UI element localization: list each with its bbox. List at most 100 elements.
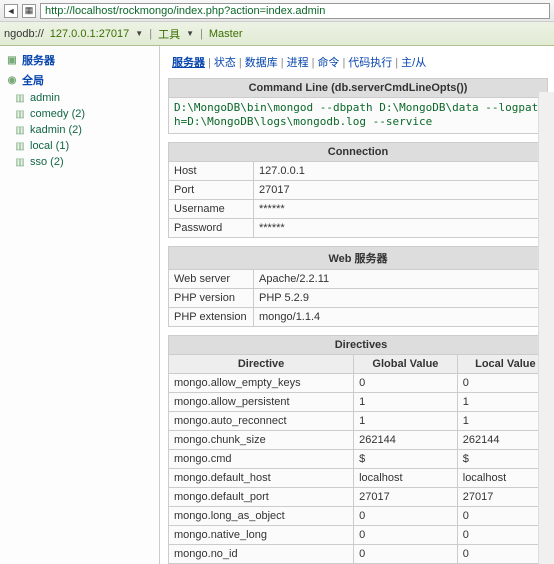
globe-icon: ◉ — [6, 74, 18, 86]
value-cell: Apache/2.2.11 — [254, 269, 548, 288]
panel-header: Command Line (db.serverCmdLineOpts()) — [169, 79, 548, 98]
key-cell: Web server — [169, 269, 254, 288]
url-input[interactable] — [40, 3, 550, 19]
sidebar-global-label: 全局 — [22, 72, 44, 88]
table-row: PHP extensionmongo/1.1.4 — [169, 307, 548, 326]
database-icon: ▥ — [14, 140, 26, 152]
command-line-content: D:\MongoDB\bin\mongod --dbpath D:\MongoD… — [169, 98, 548, 134]
dir-cell: mongo.default_host — [169, 468, 354, 487]
tab-0[interactable]: 服务器 — [172, 57, 205, 69]
sidebar-db-sso[interactable]: ▥ sso (2) — [0, 154, 159, 170]
browser-address-bar: ◄ ▦ — [0, 0, 554, 22]
database-icon: ▥ — [14, 92, 26, 104]
sidebar-server-label: 服务器 — [22, 52, 55, 68]
sidebar-db-kadmin[interactable]: ▥ kadmin (2) — [0, 122, 159, 138]
table-row: Password****** — [169, 218, 548, 237]
tab-6[interactable]: 主/从 — [401, 57, 426, 69]
global-cell: 27017 — [354, 487, 458, 506]
panel-header: Connection — [169, 142, 548, 161]
value-cell: ****** — [254, 199, 548, 218]
table-row: Web serverApache/2.2.11 — [169, 269, 548, 288]
host-link[interactable]: 127.0.0.1:27017 — [50, 28, 130, 40]
server-icon: ▣ — [6, 54, 18, 66]
panel-header: Web 服务器 — [169, 246, 548, 269]
key-cell: Port — [169, 180, 254, 199]
key-cell: Password — [169, 218, 254, 237]
db-label: admin — [30, 92, 60, 104]
sidebar-db-comedy[interactable]: ▥ comedy (2) — [0, 106, 159, 122]
dir-cell: mongo.allow_persistent — [169, 392, 354, 411]
global-cell: 1 — [354, 411, 458, 430]
tab-1[interactable]: 状态 — [214, 57, 236, 69]
connection-panel: Connection Host127.0.0.1Port27017Usernam… — [168, 142, 548, 238]
table-row: mongo.cmd$$ — [169, 449, 554, 468]
key-cell: PHP version — [169, 288, 254, 307]
dropdown-arrow-icon[interactable]: ▼ — [135, 29, 143, 38]
tab-separator: | — [312, 57, 315, 69]
key-cell: Host — [169, 161, 254, 180]
dir-cell: mongo.cmd — [169, 449, 354, 468]
table-row: Port27017 — [169, 180, 548, 199]
global-cell: localhost — [354, 468, 458, 487]
key-cell: PHP extension — [169, 307, 254, 326]
table-row: Username****** — [169, 199, 548, 218]
sidebar-global[interactable]: ◉ 全局 — [0, 70, 159, 90]
value-cell: 127.0.0.1 — [254, 161, 548, 180]
dir-cell: mongo.auto_reconnect — [169, 411, 354, 430]
sidebar-db-local[interactable]: ▥ local (1) — [0, 138, 159, 154]
value-cell: 27017 — [254, 180, 548, 199]
tools-link[interactable]: 工具 — [158, 26, 180, 42]
table-row: mongo.auto_reconnect11 — [169, 411, 554, 430]
directives-panel: Directives Directive Global Value Local … — [168, 335, 554, 564]
db-label: local (1) — [30, 140, 69, 152]
col-global: Global Value — [354, 354, 458, 373]
page-icon: ▦ — [22, 4, 36, 18]
tab-separator: | — [281, 57, 284, 69]
table-row: PHP versionPHP 5.2.9 — [169, 288, 548, 307]
sidebar-db-admin[interactable]: ▥ admin — [0, 90, 159, 106]
value-cell: mongo/1.1.4 — [254, 307, 548, 326]
tab-5[interactable]: 代码执行 — [348, 57, 392, 69]
separator: | — [200, 28, 203, 40]
database-icon: ▥ — [14, 124, 26, 136]
tab-4[interactable]: 命令 — [317, 57, 339, 69]
global-cell: 262144 — [354, 430, 458, 449]
sidebar: ▣ 服务器 ◉ 全局 ▥ admin ▥ comedy (2) ▥ kadmin (2)… — [0, 46, 160, 564]
tab-2[interactable]: 数据库 — [245, 57, 278, 69]
dir-cell: mongo.chunk_size — [169, 430, 354, 449]
dir-cell: mongo.default_port — [169, 487, 354, 506]
value-cell: PHP 5.2.9 — [254, 288, 548, 307]
table-row: mongo.native_long00 — [169, 525, 554, 544]
sidebar-server[interactable]: ▣ 服务器 — [0, 50, 159, 70]
tab-separator: | — [395, 57, 398, 69]
table-row: Host127.0.0.1 — [169, 161, 548, 180]
dropdown-arrow-icon[interactable]: ▼ — [186, 29, 194, 38]
table-row: mongo.no_id00 — [169, 544, 554, 563]
dir-cell: mongo.native_long — [169, 525, 354, 544]
web-server-panel: Web 服务器 Web serverApache/2.2.11PHP versi… — [168, 246, 548, 327]
vertical-scrollbar[interactable] — [538, 92, 554, 564]
db-label: comedy (2) — [30, 108, 85, 120]
key-cell: Username — [169, 199, 254, 218]
table-row: mongo.default_port2701727017 — [169, 487, 554, 506]
global-cell: 0 — [354, 544, 458, 563]
dir-cell: mongo.allow_empty_keys — [169, 373, 354, 392]
database-icon: ▥ — [14, 156, 26, 168]
tab-separator: | — [208, 57, 211, 69]
dir-cell: mongo.no_id — [169, 544, 354, 563]
global-cell: 0 — [354, 506, 458, 525]
dir-cell: mongo.long_as_object — [169, 506, 354, 525]
table-row: mongo.allow_empty_keys00 — [169, 373, 554, 392]
col-directive: Directive — [169, 354, 354, 373]
tab-3[interactable]: 进程 — [287, 57, 309, 69]
database-icon: ▥ — [14, 108, 26, 120]
global-cell: $ — [354, 449, 458, 468]
master-link[interactable]: Master — [209, 28, 243, 40]
nav-back-icon[interactable]: ◄ — [4, 4, 18, 18]
db-label: kadmin (2) — [30, 124, 82, 136]
table-row: mongo.chunk_size262144262144 — [169, 430, 554, 449]
db-label: sso (2) — [30, 156, 64, 168]
separator: | — [149, 28, 152, 40]
main-content: 服务器|状态|数据库|进程|命令|代码执行|主/从 Command Line (… — [160, 46, 554, 564]
value-cell: ****** — [254, 218, 548, 237]
